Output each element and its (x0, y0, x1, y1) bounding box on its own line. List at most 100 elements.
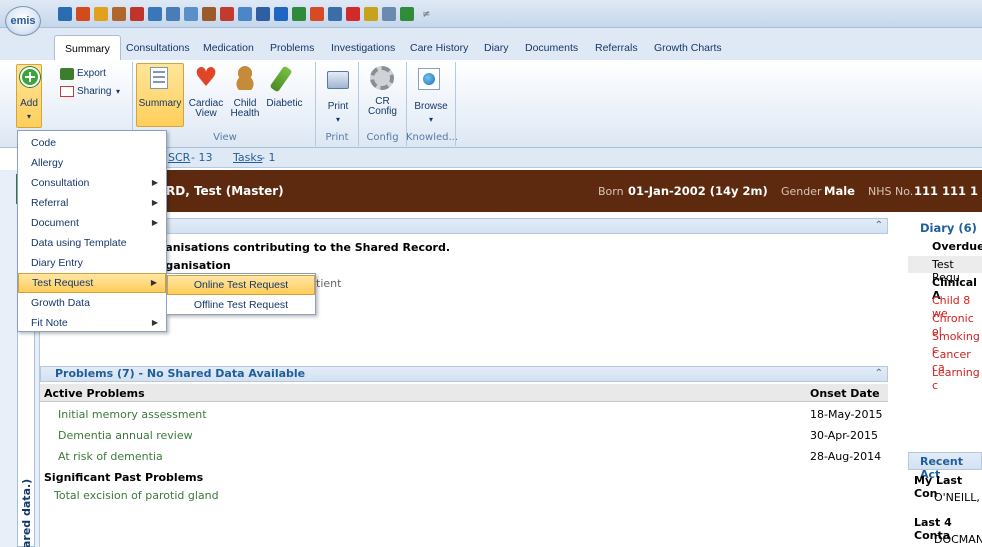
test-request-submenu: Online Test Request Offline Test Request (166, 273, 316, 315)
logo-text: emis (10, 15, 36, 27)
tab-summary[interactable]: Summary (54, 35, 121, 60)
print-button[interactable]: Print (318, 102, 358, 112)
problem-row-name[interactable]: Total excision of parotid gland (54, 489, 219, 502)
problem-row-name[interactable]: At risk of dementia (58, 450, 163, 463)
problems-column-header: Active Problems Onset Date (40, 384, 888, 402)
tab-care-history[interactable]: Care History (410, 42, 468, 54)
shared-record-line-1: rganisations contributing to the Shared … (152, 241, 450, 254)
problem-row-name[interactable]: Dementia annual review (58, 429, 193, 442)
gender-label: Gender (781, 185, 822, 198)
tab-documents[interactable]: Documents (525, 42, 578, 54)
test-request-menu-item[interactable]: Online Test Request (167, 275, 315, 295)
info-icon[interactable] (274, 7, 288, 21)
scr-link[interactable]: SCR (168, 151, 190, 164)
shared-data-vertical-label: ared data.) (20, 478, 33, 547)
connect-icon[interactable] (364, 7, 378, 21)
people-icon[interactable] (202, 7, 216, 21)
search-person-icon[interactable] (256, 7, 270, 21)
edit-icon[interactable] (94, 7, 108, 21)
group-label-knowledge: Knowled... (406, 132, 459, 143)
tab-problems[interactable]: Problems (270, 42, 314, 54)
problem-row-name[interactable]: Initial memory assessment (58, 408, 207, 421)
sharing-button[interactable]: Sharing (77, 87, 111, 97)
grid-icon[interactable] (400, 7, 414, 21)
diabetic-button[interactable]: Diabetic (262, 99, 307, 109)
tab-investigations[interactable]: Investigations (331, 42, 395, 54)
add-menu-item[interactable]: Code (18, 133, 166, 153)
emis-logo-button[interactable]: emis (5, 6, 41, 36)
printer-icon (327, 71, 349, 89)
add-menu-item[interactable]: Allergy (18, 153, 166, 173)
last-4-contacts-name: DOCMAN (934, 533, 982, 546)
scan-icon[interactable] (148, 7, 162, 21)
browse-icon (418, 68, 440, 90)
add-menu-item[interactable]: Test Request ▶ (18, 273, 166, 293)
test-request-menu-item[interactable]: Offline Test Request (167, 295, 315, 315)
patient-banner: RD, Test (Master) Born 01-Jan-2002 (14y … (40, 170, 982, 212)
summary-list-icon (150, 67, 168, 89)
add-menu-item-label: Data using Template (31, 237, 127, 249)
ribbon-tab-bar: Summary Consultations Medication Problem… (0, 28, 982, 60)
customize-quick-access-icon[interactable]: ≠ (422, 9, 430, 20)
heart-icon: ♥ (194, 63, 218, 93)
submenu-arrow-icon: ▶ (151, 198, 158, 207)
print-dropdown-icon[interactable]: ▾ (318, 115, 358, 125)
tab-diary[interactable]: Diary (484, 42, 509, 54)
book-icon[interactable] (130, 7, 144, 21)
tab-growth-charts[interactable]: Growth Charts (654, 42, 722, 54)
browse-dropdown-icon[interactable]: ▾ (410, 115, 452, 125)
add-menu-item[interactable]: Consultation ▶ (18, 173, 166, 193)
submenu-arrow-icon: ▶ (150, 278, 157, 287)
diary-overdue: Overdue (932, 240, 982, 253)
add-menu-item-label: Referral (31, 197, 69, 209)
flask-icon[interactable] (310, 7, 324, 21)
settings-icon[interactable] (382, 7, 396, 21)
add-menu-item-label: Growth Data (31, 297, 90, 309)
problems-header-title: Problems (7) - No Shared Data Available (55, 367, 306, 380)
export-button[interactable]: Export (77, 69, 106, 79)
cr-config-button[interactable]: CR Config (360, 97, 405, 117)
child-health-button[interactable]: Child Health (225, 99, 265, 119)
collapse-chevron-icon[interactable]: ⌃ (875, 219, 883, 233)
print-icon[interactable] (328, 7, 342, 21)
users-icon[interactable] (112, 7, 126, 21)
shared-record-line-2: rganisation (160, 259, 231, 272)
tab-consultations[interactable]: Consultations (126, 42, 190, 54)
report-icon[interactable] (238, 7, 252, 21)
calendar-icon[interactable] (220, 7, 234, 21)
tab-referrals[interactable]: Referrals (595, 42, 638, 54)
add-dropdown-arrow-icon[interactable]: ▾ (16, 112, 42, 122)
add-menu-item-label: Document (31, 217, 79, 229)
add-menu-item-label: Consultation (31, 177, 90, 189)
diary-header[interactable]: Diary (6) (920, 221, 977, 235)
onset-date-heading: Onset Date (810, 387, 880, 400)
teddy-bear-icon (234, 66, 256, 90)
cardiac-view-button[interactable]: Cardiac View (186, 99, 226, 119)
diary-item[interactable]: Learning c (932, 366, 982, 392)
tab-medication[interactable]: Medication (203, 42, 254, 54)
shared-record-panel-header: ⌃ (40, 218, 888, 234)
pen-icon[interactable] (292, 7, 306, 21)
problems-panel-header[interactable]: Problems (7) - No Shared Data Available … (40, 366, 888, 382)
scr-count: - 13 (191, 151, 213, 164)
document-lines-icon[interactable] (184, 7, 198, 21)
back-icon[interactable] (58, 7, 72, 21)
add-menu-item[interactable]: Diary Entry (18, 253, 166, 273)
add-button-label: Add (20, 98, 38, 109)
add-menu-item[interactable]: Growth Data (18, 293, 166, 313)
document-icon[interactable] (166, 7, 180, 21)
add-menu-item[interactable]: Document ▶ (18, 213, 166, 233)
add-menu-item[interactable]: Referral ▶ (18, 193, 166, 213)
home-icon[interactable] (76, 7, 90, 21)
browse-button[interactable]: Browse (410, 102, 452, 112)
add-menu-item[interactable]: Fit Note ▶ (18, 313, 166, 333)
add-menu-item-label: Diary Entry (31, 257, 83, 269)
my-last-consultation-name: O'NEILL, (934, 491, 980, 504)
add-menu-item[interactable]: Data using Template (18, 233, 166, 253)
collapse-chevron-icon[interactable]: ⌃ (875, 367, 883, 381)
tick-icon[interactable] (346, 7, 360, 21)
gender-value: Male (824, 184, 855, 198)
group-label-view: View (213, 132, 237, 143)
sharing-dropdown-icon[interactable]: ▾ (116, 87, 120, 97)
tasks-link[interactable]: Tasks (233, 151, 262, 164)
